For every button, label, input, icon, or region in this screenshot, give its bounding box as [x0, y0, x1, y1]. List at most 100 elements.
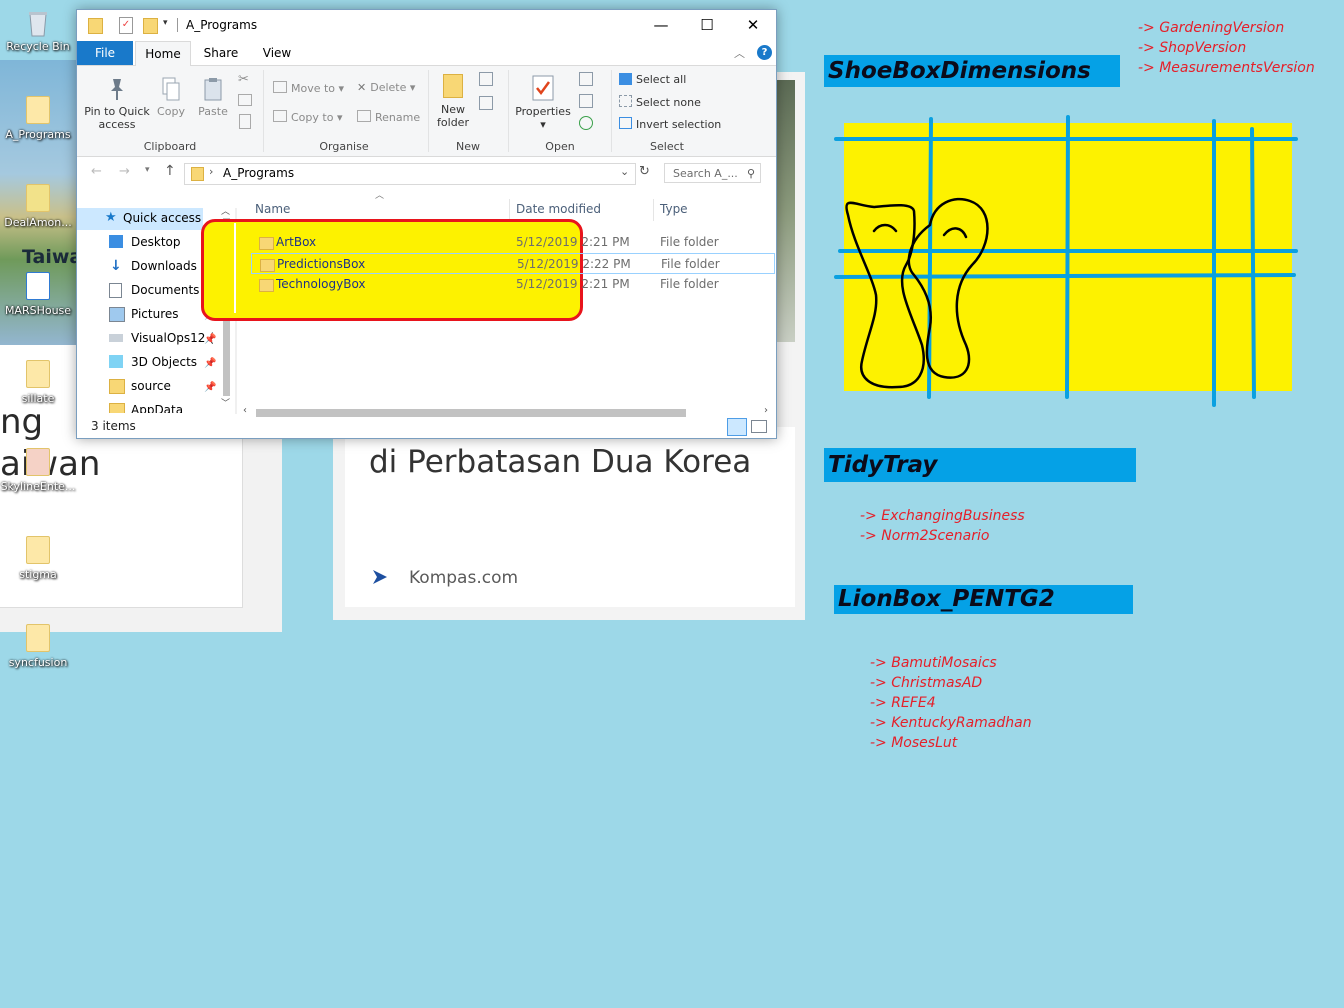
new-folder-button[interactable]: New folder — [433, 74, 473, 129]
link-moses-lut[interactable]: -> MosesLut — [870, 735, 957, 751]
nav-3d-objects[interactable]: 3D Objects 📌 — [77, 350, 227, 374]
link-christmas-ad[interactable]: -> ChristmasAD — [870, 675, 982, 691]
quick-access-dropdown-icon[interactable]: ▾ — [163, 18, 168, 28]
collapse-ribbon-icon[interactable]: ︿ — [734, 45, 745, 61]
pin-icon[interactable]: 📌 — [204, 352, 216, 376]
invert-selection-button[interactable]: Invert selection — [619, 117, 721, 131]
link-measurements-version[interactable]: -> MeasurementsVersion — [1138, 60, 1315, 76]
drive-icon — [109, 334, 123, 342]
desktop-icon-marshouse[interactable]: MARSHouse — [0, 272, 76, 317]
map-label: Taiwa — [22, 246, 83, 268]
move-to-icon — [273, 81, 287, 93]
easy-access-icon[interactable] — [479, 96, 493, 110]
pin-icon — [111, 79, 123, 100]
breadcrumb-chevron-icon[interactable]: › — [209, 165, 213, 178]
link-gardening-version[interactable]: -> GardeningVersion — [1138, 20, 1284, 36]
download-icon: ↓ — [110, 258, 122, 274]
link-exchanging-business[interactable]: -> ExchangingBusiness — [860, 508, 1025, 524]
desktop-icon-skylineente[interactable]: SkylineEnte... — [0, 448, 76, 493]
grid-line-v4 — [1250, 127, 1256, 399]
desktop-icon-recycle-bin[interactable]: Recycle Bin — [0, 8, 76, 53]
help-icon[interactable]: ? — [757, 45, 772, 60]
desktop-icon-stigma[interactable]: stigma — [0, 536, 76, 581]
link-refe4[interactable]: -> REFE4 — [870, 695, 936, 711]
address-bar[interactable]: › A_Programs ⌄ — [184, 163, 636, 185]
search-icon: ⚲ — [746, 167, 755, 180]
folder-icon — [260, 259, 275, 272]
column-header-name[interactable]: Name — [255, 202, 290, 216]
documents-icon — [109, 283, 122, 298]
select-all-button[interactable]: Select all — [619, 73, 686, 86]
file-row-artbox[interactable]: ArtBox 5/12/2019 2:21 PM File folder — [251, 232, 775, 253]
edge-file-icon — [26, 272, 50, 300]
search-input[interactable]: Search A_... ⚲ — [664, 163, 761, 183]
tab-file[interactable]: File — [77, 41, 133, 65]
back-icon[interactable]: ← — [91, 164, 102, 179]
properties-button[interactable]: Properties ▾ — [515, 74, 571, 131]
copy-button[interactable]: Copy — [153, 76, 189, 118]
file-row-predictionsbox[interactable]: PredictionsBox 5/12/2019 2:22 PM File fo… — [251, 253, 775, 274]
nav-source[interactable]: source 📌 — [77, 374, 227, 398]
close-button[interactable]: ✕ — [730, 10, 776, 41]
title-bar[interactable]: ✓ ▾ A_Programs — ☐ ✕ — [77, 10, 776, 41]
open-icon[interactable] — [579, 72, 593, 86]
new-item-icon[interactable] — [479, 72, 493, 86]
group-label-new: New — [456, 140, 480, 153]
tab-view[interactable]: View — [253, 41, 301, 65]
link-norm2scenario[interactable]: -> Norm2Scenario — [860, 528, 989, 544]
pin-quick-access-button[interactable]: Pin to Quick access — [83, 76, 151, 131]
copy-to-button[interactable]: Copy to ▾ — [273, 110, 342, 124]
up-icon[interactable]: ↑ — [164, 163, 176, 179]
copy-icon — [162, 77, 180, 101]
copy-path-icon[interactable] — [238, 94, 252, 106]
grid-line-h3 — [834, 273, 1296, 279]
large-icons-view-icon[interactable] — [751, 420, 767, 433]
lionbox-title: LionBox_PENTG2 — [834, 585, 1133, 614]
select-none-icon — [619, 95, 632, 107]
desktop-icon-a-programs[interactable]: A_Programs — [0, 96, 76, 141]
tab-share[interactable]: Share — [195, 41, 247, 65]
link-kentucky-ramadhan[interactable]: -> KentuckyRamadhan — [870, 715, 1032, 731]
column-header-type[interactable]: Type — [660, 202, 688, 216]
forward-icon[interactable]: → — [119, 164, 130, 179]
maximize-button[interactable]: ☐ — [684, 10, 730, 41]
nav-quick-access[interactable]: ★ Quick access — [77, 208, 203, 230]
history-icon[interactable] — [579, 116, 593, 130]
scroll-up-icon[interactable]: ︿ — [221, 204, 230, 217]
desktop-icon-sillate[interactable]: sillate — [0, 360, 76, 405]
rename-button[interactable]: Rename — [357, 110, 420, 124]
paste-shortcut-icon[interactable] — [239, 114, 251, 129]
edit-icon[interactable] — [579, 94, 593, 108]
address-dropdown-icon[interactable]: ⌄ — [620, 165, 629, 178]
folder-icon — [26, 624, 50, 652]
nav-appdata[interactable]: AppData — [77, 398, 227, 413]
select-none-button[interactable]: Select none — [619, 95, 701, 109]
article-headline: di Perbatasan Dua Korea — [369, 444, 752, 480]
quick-access-new-folder-icon[interactable] — [143, 18, 158, 34]
details-view-icon[interactable] — [727, 418, 747, 436]
recent-locations-icon[interactable]: ▾ — [145, 165, 150, 175]
scroll-down-icon[interactable]: ﹀ — [221, 396, 230, 409]
properties-icon — [532, 75, 554, 101]
quick-access-properties-icon[interactable]: ✓ — [119, 17, 133, 34]
link-shop-version[interactable]: -> ShopVersion — [1138, 40, 1246, 56]
column-header-date[interactable]: Date modified — [516, 202, 601, 216]
paste-icon — [204, 78, 222, 101]
file-row-technologybox[interactable]: TechnologyBox 5/12/2019 2:21 PM File fol… — [251, 274, 775, 295]
link-bamuti-mosaics[interactable]: -> BamutiMosaics — [870, 655, 997, 671]
copy-to-icon — [273, 110, 287, 122]
tab-home[interactable]: Home — [135, 41, 191, 67]
refresh-icon[interactable]: ↻ — [639, 164, 650, 179]
pin-icon[interactable]: 📌 — [204, 376, 216, 400]
new-folder-icon — [443, 74, 463, 98]
pin-icon[interactable]: 📌 — [204, 328, 216, 352]
desktop-icon-dealamon[interactable]: DealAmon... — [0, 184, 76, 229]
cut-icon[interactable]: ✂ — [238, 72, 249, 87]
nav-visualops12[interactable]: VisualOps12 ( 📌 — [77, 326, 227, 350]
delete-button[interactable]: ✕ Delete ▾ — [357, 81, 415, 94]
minimize-button[interactable]: — — [638, 10, 684, 41]
breadcrumb-a-programs[interactable]: A_Programs — [223, 166, 294, 180]
desktop-icon-syncfusion[interactable]: syncfusion — [0, 624, 76, 669]
paste-button[interactable]: Paste — [195, 76, 231, 118]
move-to-button[interactable]: Move to ▾ — [273, 81, 344, 95]
